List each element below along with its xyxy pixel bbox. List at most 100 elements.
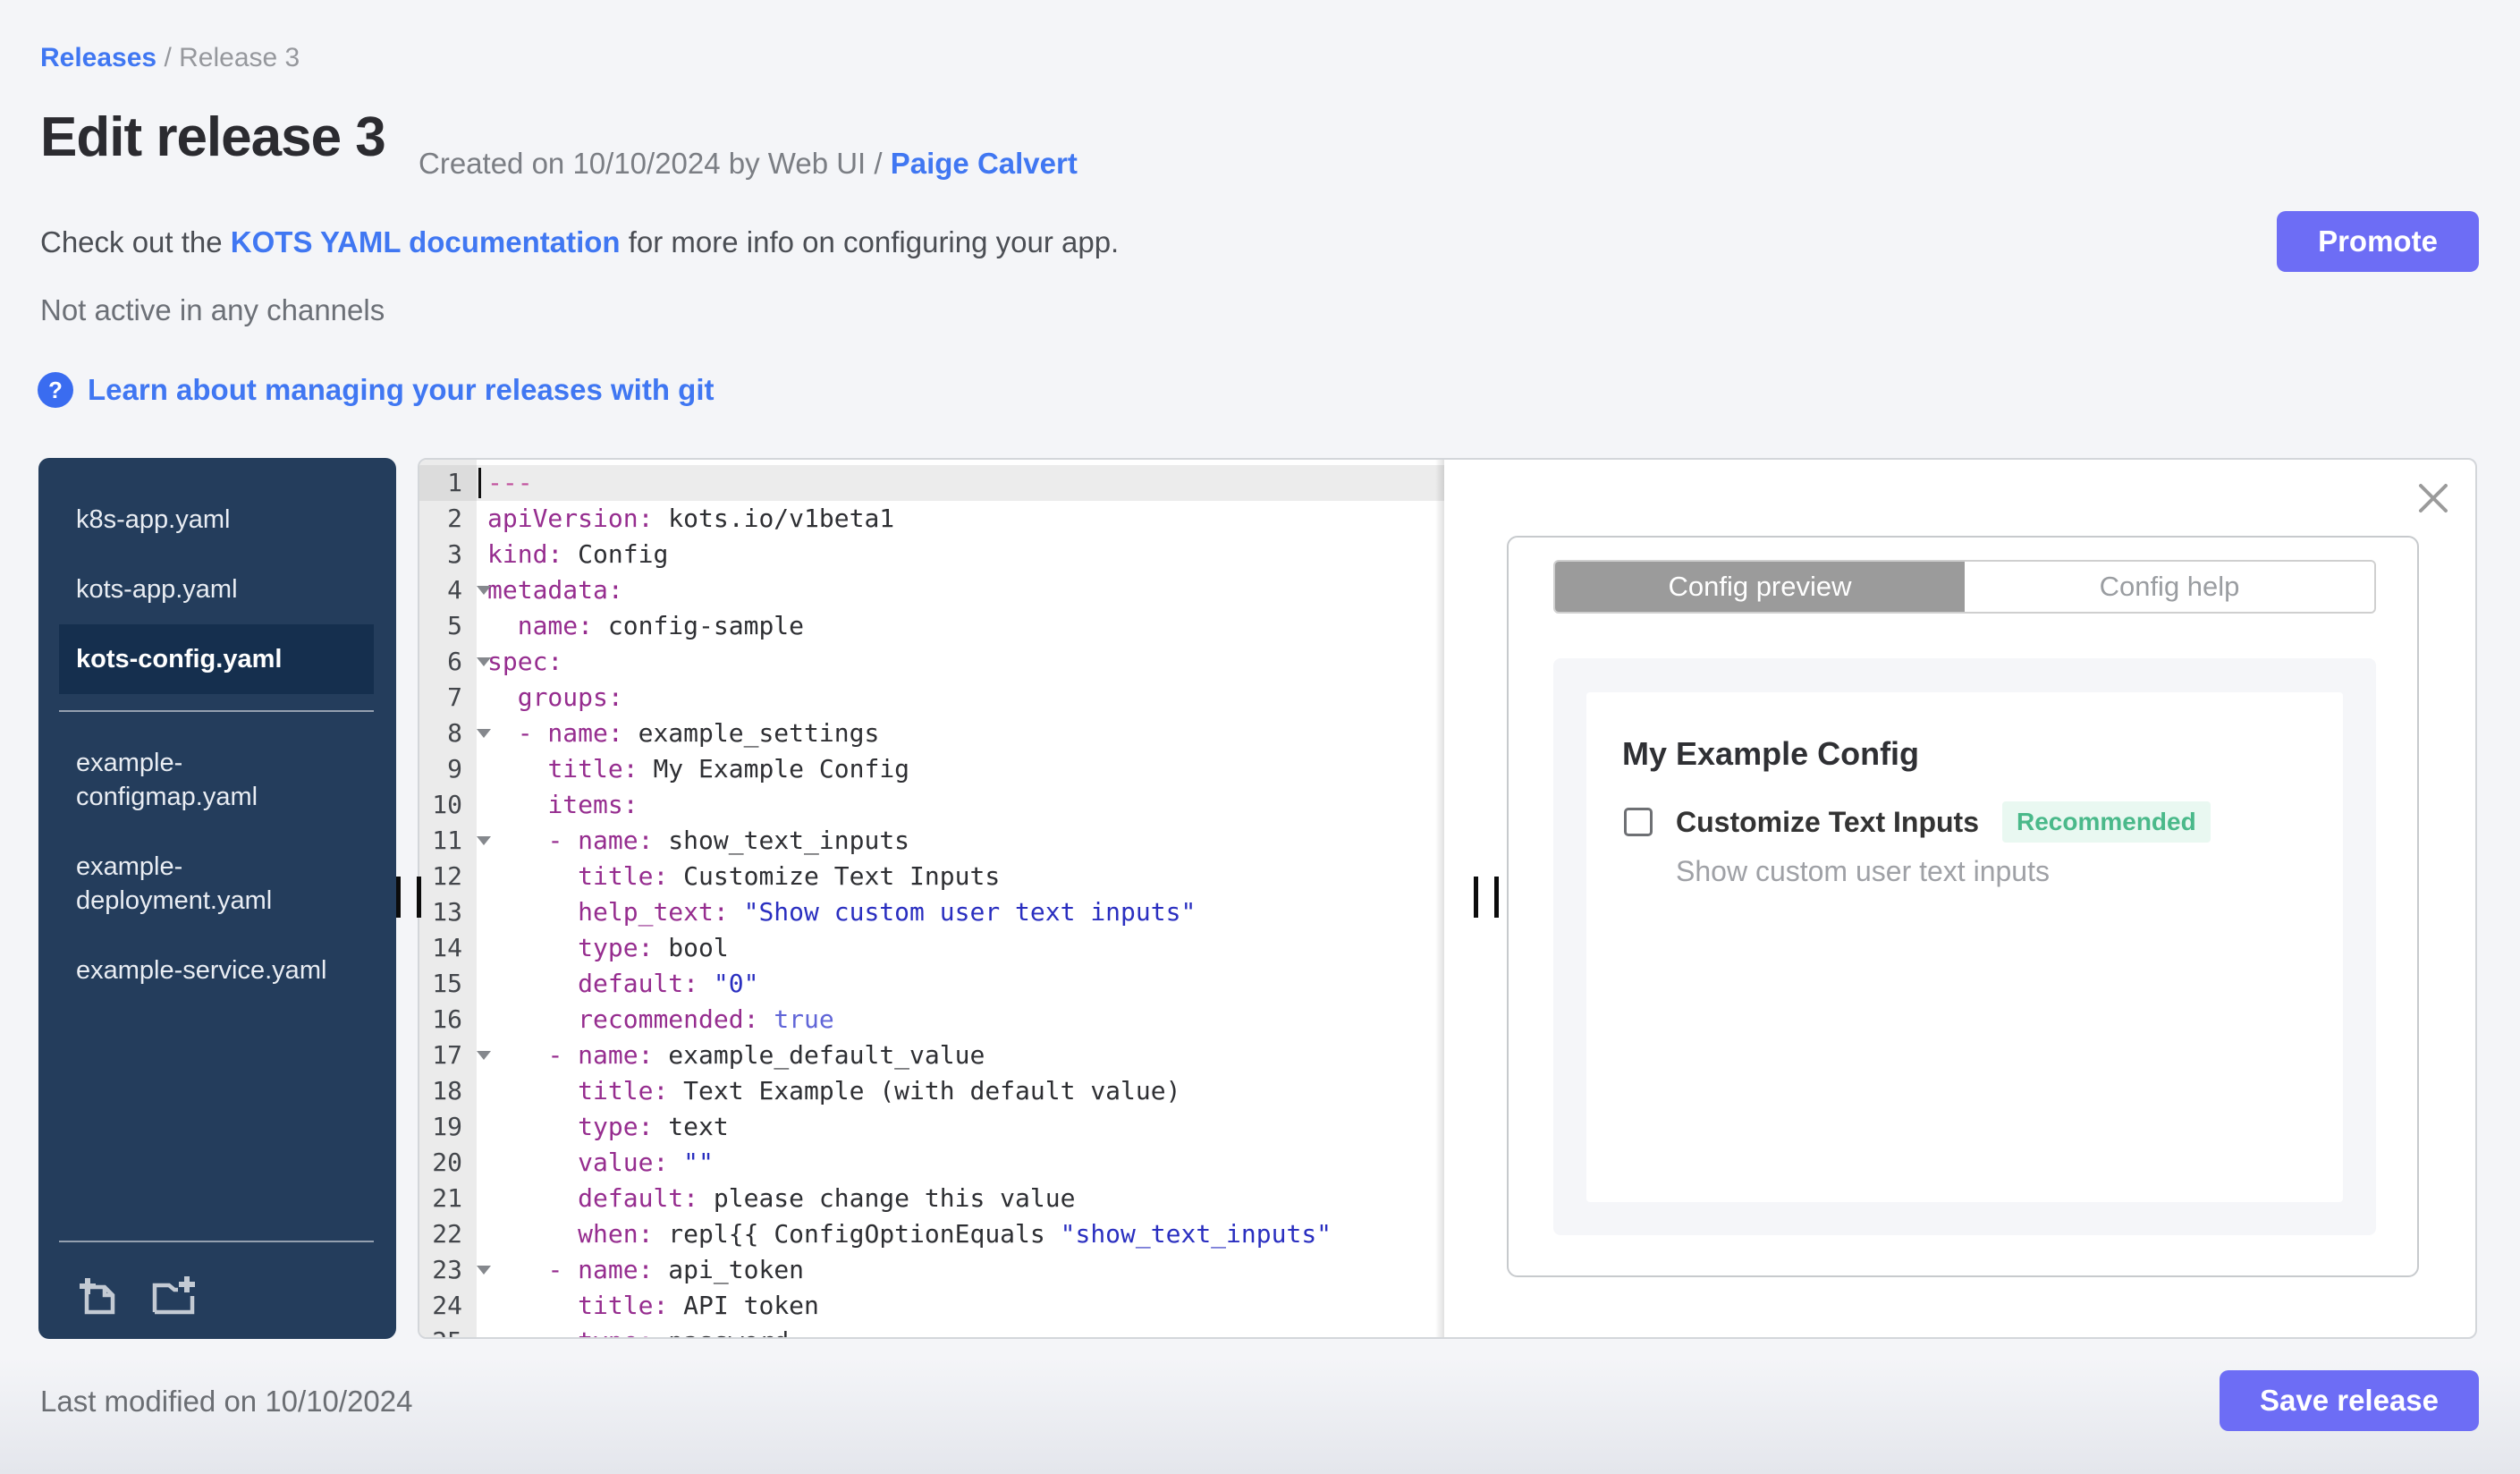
yaml-editor[interactable]: 1 --- 2 apiVersion: kots.io/v1beta1 3 kind: C… [419,460,1444,1337]
editor-line-6[interactable]: 6 spec: [419,644,1444,680]
sidebar-file-example-deployment.yaml[interactable]: example-deployment.yaml [38,832,396,936]
line-content[interactable]: default: "0" [477,966,1444,1002]
editor-line-14[interactable]: 14 type: bool [419,930,1444,966]
line-content[interactable]: name: config-sample [477,608,1444,644]
line-content[interactable]: - name: example_default_value [477,1038,1444,1073]
editor-line-10[interactable]: 10 items: [419,787,1444,823]
breadcrumb-releases-link[interactable]: Releases [40,43,156,72]
tab-config-preview[interactable]: Config preview [1555,562,1965,612]
page-title: Edit release 3 [40,106,386,168]
line-content[interactable]: spec: [477,644,1444,680]
fold-arrow-icon[interactable] [477,729,491,738]
sidebar-file-k8s-app.yaml[interactable]: k8s-app.yaml [38,485,396,555]
save-release-button[interactable]: Save release [2220,1370,2479,1431]
kots-yaml-doc-link[interactable]: KOTS YAML documentation [231,225,621,258]
line-number: 24 [419,1288,477,1324]
fold-arrow-icon[interactable] [477,1051,491,1060]
sidebar-actions [38,1258,396,1319]
line-number: 25 [419,1324,477,1337]
line-content[interactable]: - name: api_token [477,1252,1444,1288]
config-group-title: My Example Config [1622,735,1920,772]
fold-arrow-icon[interactable] [477,586,491,595]
fold-arrow-icon[interactable] [477,657,491,666]
sidebar-file-example-configmap.yaml[interactable]: example-configmap.yaml [38,728,396,832]
fold-arrow-icon[interactable] [477,836,491,845]
editor-line-13[interactable]: 13 help_text: "Show custom user text inp… [419,894,1444,930]
sidebar-resize-handle[interactable] [396,877,421,918]
line-content[interactable]: type: text [477,1109,1444,1145]
breadcrumb-separator: / [156,43,180,72]
line-content[interactable]: metadata: [477,572,1444,608]
line-content[interactable]: groups: [477,680,1444,716]
sidebar-file-example-service.yaml[interactable]: example-service.yaml [38,936,396,1005]
line-content[interactable]: kind: Config [477,537,1444,572]
editor-line-20[interactable]: 20 value: "" [419,1145,1444,1181]
editor-line-12[interactable]: 12 title: Customize Text Inputs [419,859,1444,894]
config-item-label: Customize Text Inputs [1676,805,1979,838]
editor-line-8[interactable]: 8 - name: example_settings [419,716,1444,751]
line-content[interactable]: title: My Example Config [477,751,1444,787]
preview-resize-handle[interactable] [1474,877,1499,918]
line-content[interactable]: title: Customize Text Inputs [477,859,1444,894]
editor-line-3[interactable]: 3 kind: Config [419,537,1444,572]
editor-line-1[interactable]: 1 --- [419,465,1444,501]
line-content[interactable]: - name: example_settings [477,716,1444,751]
line-number: 15 [419,966,477,1002]
line-content[interactable]: apiVersion: kots.io/v1beta1 [477,501,1444,537]
text-cursor [478,468,481,498]
line-content[interactable]: type: password [477,1324,1444,1337]
question-mark-icon: ? [38,372,73,408]
line-content[interactable]: default: please change this value [477,1181,1444,1216]
close-icon[interactable] [2414,479,2452,517]
line-content[interactable]: - name: show_text_inputs [477,823,1444,859]
line-number: 9 [419,751,477,787]
line-content[interactable]: type: bool [477,930,1444,966]
line-content[interactable]: --- [477,465,1444,501]
doc-line-after: for more info on configuring your app. [620,225,1120,258]
line-content[interactable]: items: [477,787,1444,823]
config-group-card: My Example Config Customize Text Inputs … [1586,692,2343,1202]
line-number: 14 [419,930,477,966]
editor-line-16[interactable]: 16 recommended: true [419,1002,1444,1038]
author-link[interactable]: Paige Calvert [891,147,1078,180]
line-number: 22 [419,1216,477,1252]
file-label: example-deployment.yaml [76,852,273,915]
add-file-button[interactable] [74,1271,123,1319]
editor-line-17[interactable]: 17 - name: example_default_value [419,1038,1444,1073]
editor-line-23[interactable]: 23 - name: api_token [419,1252,1444,1288]
line-number: 12 [419,859,477,894]
promote-button[interactable]: Promote [2277,211,2479,272]
channel-status: Not active in any channels [40,293,385,326]
editor-line-7[interactable]: 7 groups: [419,680,1444,716]
config-preview-pane: Config preview Config help My Example Con… [1505,460,2475,1337]
breadcrumb-current: Release 3 [179,43,300,72]
editor-line-22[interactable]: 22 when: repl{{ ConfigOptionEquals "show… [419,1216,1444,1252]
line-content[interactable]: recommended: true [477,1002,1444,1038]
line-number: 21 [419,1181,477,1216]
editor-line-2[interactable]: 2 apiVersion: kots.io/v1beta1 [419,501,1444,537]
line-content[interactable]: value: "" [477,1145,1444,1181]
editor-line-18[interactable]: 18 title: Text Example (with default val… [419,1073,1444,1109]
editor-line-21[interactable]: 21 default: please change this value [419,1181,1444,1216]
line-content[interactable]: when: repl{{ ConfigOptionEquals "show_te… [477,1216,1444,1252]
line-number: 23 [419,1252,491,1288]
editor-line-15[interactable]: 15 default: "0" [419,966,1444,1002]
editor-line-25[interactable]: 25 type: password [419,1324,1444,1337]
line-content[interactable]: title: Text Example (with default value) [477,1073,1444,1109]
tab-config-help[interactable]: Config help [1965,562,2374,612]
editor-line-24[interactable]: 24 title: API token [419,1288,1444,1324]
sidebar-file-kots-config.yaml[interactable]: kots-config.yaml [59,624,374,694]
editor-line-5[interactable]: 5 name: config-sample [419,608,1444,644]
add-folder-button[interactable] [146,1271,198,1319]
git-help-link[interactable]: Learn about managing your releases with … [88,373,714,407]
editor-line-9[interactable]: 9 title: My Example Config [419,751,1444,787]
editor-line-19[interactable]: 19 type: text [419,1109,1444,1145]
line-number: 10 [419,787,477,823]
line-content[interactable]: title: API token [477,1288,1444,1324]
editor-line-4[interactable]: 4 metadata: [419,572,1444,608]
editor-line-11[interactable]: 11 - name: show_text_inputs [419,823,1444,859]
line-content[interactable]: help_text: "Show custom user text inputs… [477,894,1444,930]
sidebar-file-kots-app.yaml[interactable]: kots-app.yaml [38,555,396,624]
fold-arrow-icon[interactable] [477,1266,491,1275]
customize-text-inputs-checkbox[interactable] [1624,808,1653,836]
